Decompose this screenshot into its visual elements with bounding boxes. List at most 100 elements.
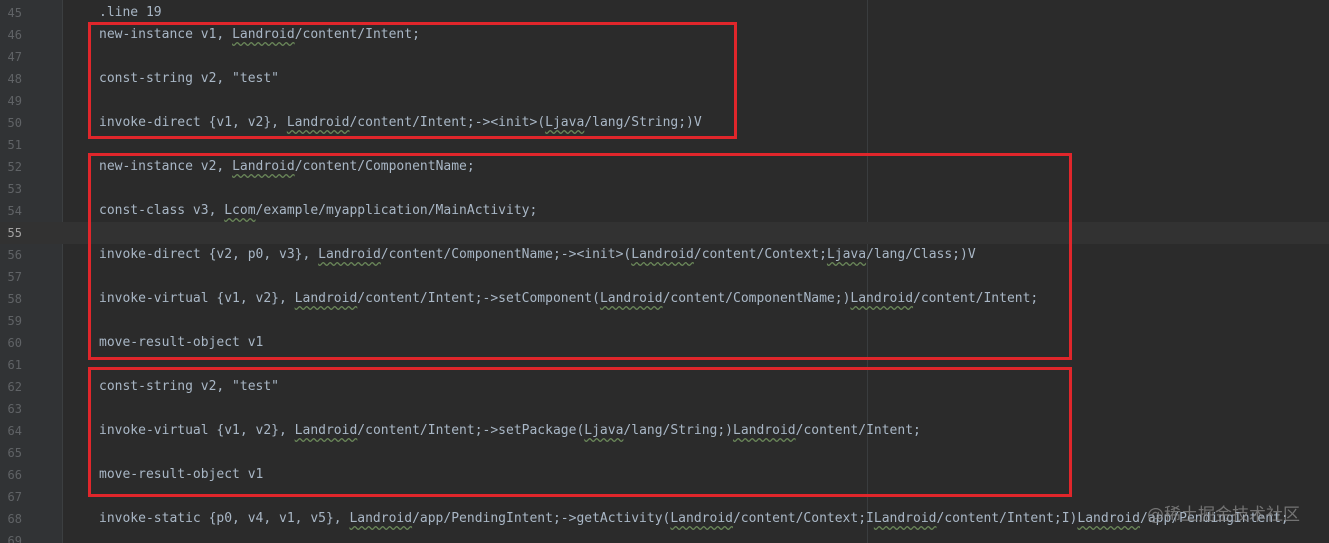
code-line[interactable]: 51 xyxy=(0,134,1329,156)
type-reference: Ljava xyxy=(826,247,867,262)
code-text[interactable]: const-string v2, "test" xyxy=(99,68,279,90)
code-token: /content/Intent; xyxy=(913,291,1039,306)
code-text[interactable]: invoke-direct {v2, p0, v3}, Landroid/con… xyxy=(99,244,976,266)
code-text[interactable]: move-result-object v1 xyxy=(99,332,263,354)
code-text[interactable]: invoke-direct {v1, v2}, Landroid/content… xyxy=(99,112,702,134)
code-line[interactable]: 49 xyxy=(0,90,1329,112)
code-token: <init> xyxy=(490,115,538,130)
code-line[interactable]: 45 .line 19 xyxy=(0,2,1329,24)
type-reference: Landroid xyxy=(318,247,381,262)
code-line[interactable]: 55 xyxy=(0,222,1329,244)
code-line[interactable]: 61 xyxy=(0,354,1329,376)
code-token: /content/Context; xyxy=(693,247,827,262)
type-reference: Landroid xyxy=(232,27,295,42)
code-line[interactable]: 59 xyxy=(0,310,1329,332)
code-token: move-result-object v1 xyxy=(99,467,264,482)
code-text[interactable]: const-class v3, Lcom/example/myapplicati… xyxy=(99,200,537,222)
code-text[interactable]: move-result-object v1 xyxy=(99,464,263,486)
code-token: /lang/Class;)V xyxy=(866,247,976,262)
code-text[interactable]: new-instance v2, Landroid/content/Compon… xyxy=(99,156,475,178)
line-number: 68 xyxy=(7,512,22,526)
type-reference: Landroid xyxy=(733,423,796,438)
code-token: <init> xyxy=(576,247,624,262)
code-token: ( xyxy=(537,115,546,130)
code-text[interactable]: invoke-virtual {v1, v2}, Landroid/conten… xyxy=(99,420,921,442)
code-line[interactable]: 53 xyxy=(0,178,1329,200)
line-number: 57 xyxy=(7,270,22,284)
code-token: /lang/String;)V xyxy=(584,115,702,130)
code-token: /example/myapplication/MainActivity; xyxy=(255,203,538,218)
type-reference: Landroid xyxy=(599,291,663,306)
line-number: 63 xyxy=(7,402,22,416)
code-editor[interactable]: 45 .line 19 46 new-instance v1, Landroid/co… xyxy=(0,0,1329,543)
code-line[interactable]: 69 xyxy=(0,530,1329,543)
type-reference: Ljava xyxy=(545,115,585,130)
line-number: 64 xyxy=(7,424,22,438)
code-token: invoke-direct {v2, p0, v3}, xyxy=(99,247,319,262)
line-number: 54 xyxy=(7,204,22,218)
line-number: 60 xyxy=(7,336,22,350)
code-line[interactable]: 56 invoke-direct {v2, p0, v3}, Landroid/c… xyxy=(0,244,1329,266)
code-token: const-class v3, xyxy=(99,203,225,218)
code-line[interactable]: 46 new-instance v1, Landroid/content/Inte… xyxy=(0,24,1329,46)
line-number: 51 xyxy=(7,138,22,152)
code-text[interactable]: .line 19 xyxy=(99,2,162,24)
code-token: invoke-virtual {v1, v2}, xyxy=(99,291,295,306)
code-line[interactable]: 47 xyxy=(0,46,1329,68)
code-line[interactable]: 62 const-string v2, "test" xyxy=(0,376,1329,398)
code-line[interactable]: 48 const-string v2, "test" xyxy=(0,68,1329,90)
type-reference: Landroid xyxy=(294,423,358,438)
line-number: 56 xyxy=(7,248,22,262)
code-line[interactable]: 58 invoke-virtual {v1, v2}, Landroid/cont… xyxy=(0,288,1329,310)
line-number: 45 xyxy=(7,6,22,20)
code-line[interactable]: 60 move-result-object v1 xyxy=(0,332,1329,354)
type-reference: Landroid xyxy=(349,511,413,526)
type-reference: Ljava xyxy=(584,423,624,438)
code-line[interactable]: 54 const-class v3, Lcom/example/myapplica… xyxy=(0,200,1329,222)
code-line[interactable]: 67 xyxy=(0,486,1329,508)
line-number: 49 xyxy=(7,94,22,108)
code-token: /content/Intent;I) xyxy=(936,511,1078,526)
line-number: 58 xyxy=(7,292,22,306)
code-token: invoke-static {p0, v4, v1, v5}, xyxy=(99,511,350,526)
code-token: const-string v2, "test" xyxy=(99,71,280,86)
code-text[interactable]: const-string v2, "test" xyxy=(99,376,279,398)
code-token: /app/PendingIntent;->getActivity( xyxy=(412,511,671,526)
code-token: new-instance v2, xyxy=(99,159,233,174)
code-token: /content/Intent; xyxy=(795,423,921,438)
code-line[interactable]: 52 new-instance v2, Landroid/content/Comp… xyxy=(0,156,1329,178)
code-token: move-result-object v1 xyxy=(99,335,264,350)
code-text[interactable]: invoke-virtual {v1, v2}, Landroid/conten… xyxy=(99,288,1038,310)
code-line[interactable]: 50 invoke-direct {v1, v2}, Landroid/conte… xyxy=(0,112,1329,134)
code-token: /content/Intent;->setPackage( xyxy=(357,423,585,438)
code-text[interactable]: new-instance v1, Landroid/content/Intent… xyxy=(99,24,420,46)
code-line[interactable]: 65 xyxy=(0,442,1329,464)
type-reference: Landroid xyxy=(286,115,350,130)
watermark: @稀土掘金技术社区 xyxy=(1147,505,1300,525)
code-token: /content/Intent;-> xyxy=(349,115,491,130)
code-token: /content/Intent;->setComponent( xyxy=(357,291,600,306)
code-line[interactable]: 68 invoke-static {p0, v4, v1, v5}, Landro… xyxy=(0,508,1329,530)
line-number: 50 xyxy=(7,116,22,130)
line-number: 59 xyxy=(7,314,22,328)
code-line[interactable]: 57 xyxy=(0,266,1329,288)
line-number: 65 xyxy=(7,446,22,460)
line-number: 55 xyxy=(7,226,22,240)
line-number: 62 xyxy=(7,380,22,394)
code-token: .line 19 xyxy=(99,5,162,20)
code-token: /content/ComponentName;) xyxy=(662,291,851,306)
code-token: /lang/String;) xyxy=(623,423,733,438)
code-line[interactable]: 66 move-result-object v1 xyxy=(0,464,1329,486)
line-number: 48 xyxy=(7,72,22,86)
code-token: /content/ComponentName; xyxy=(294,159,475,174)
code-line[interactable]: 64 invoke-virtual {v1, v2}, Landroid/cont… xyxy=(0,420,1329,442)
code-token: const-string v2, "test" xyxy=(99,379,280,394)
type-reference: Landroid xyxy=(670,511,733,526)
code-token: /content/Context;I xyxy=(732,511,874,526)
code-token: new-instance v1, xyxy=(99,27,233,42)
line-number: 52 xyxy=(7,160,22,174)
type-reference: Landroid xyxy=(232,159,295,174)
code-text[interactable]: invoke-static {p0, v4, v1, v5}, Landroid… xyxy=(99,508,1289,530)
line-number: 53 xyxy=(7,182,22,196)
code-line[interactable]: 63 xyxy=(0,398,1329,420)
